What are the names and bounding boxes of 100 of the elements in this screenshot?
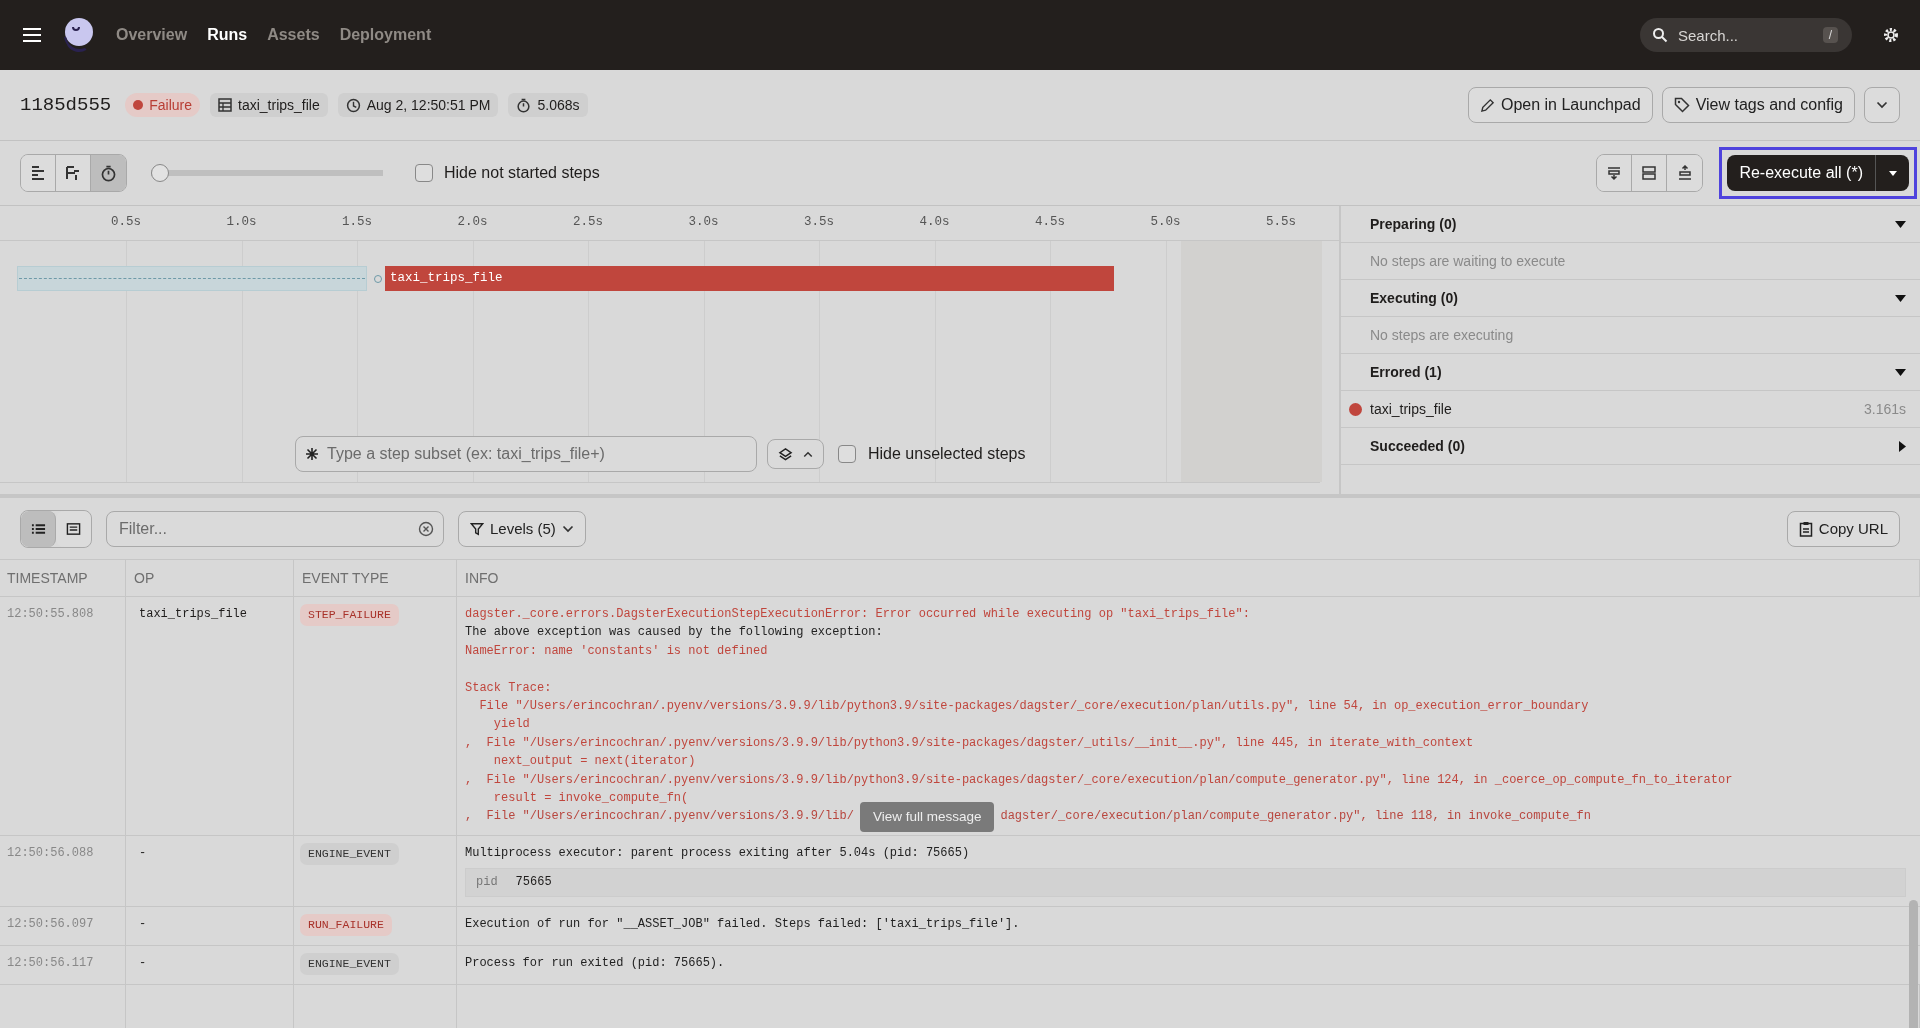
flat-list-icon — [30, 165, 46, 181]
section-title: Succeeded (0) — [1370, 438, 1465, 454]
error-message-line: result = invoke_compute_fn( — [492, 790, 690, 808]
column-header: TIMESTAMP — [0, 560, 126, 597]
checkbox[interactable] — [415, 164, 433, 182]
axis-tick-label: 1.0s — [226, 215, 257, 229]
more-button[interactable] — [1864, 87, 1900, 123]
nav-link[interactable]: Deployment — [339, 26, 432, 44]
clock-icon — [345, 97, 361, 113]
view-toggle-button[interactable] — [91, 155, 126, 191]
filter-icon — [470, 521, 484, 536]
step-name[interactable]: taxi_trips_file — [1370, 401, 1452, 417]
document-icon — [66, 521, 81, 536]
message-line: Execution of run for "__ASSET_JOB" failed. Steps failed: ['taxi_trips_file']. — [465, 915, 1021, 933]
section-title: Errored (1) — [1370, 364, 1442, 380]
metadata-value: 75665 — [515, 874, 552, 892]
chevron-up-icon — [803, 450, 813, 458]
error-message-line: , File "/Users/erincochran/.pyenv/versions/3.9.9/lib/python3.9/site-packages/dagster/_utils/__init__.py", line 445, in iterate_with_context — [465, 734, 1475, 752]
view-toggle-button[interactable] — [21, 510, 56, 547]
nav-link[interactable]: Runs — [207, 26, 248, 44]
axis-tick-label: 4.5s — [1035, 215, 1065, 229]
error-message-line: NameError: name 'constants' is not defined — [465, 642, 769, 660]
duration: 5.068s — [537, 97, 580, 113]
timer-icon — [516, 97, 532, 113]
message-line: Process for run exited (pid: 75665). — [465, 954, 726, 972]
list-icon — [30, 522, 46, 535]
axis-tick-label: 1.5s — [342, 215, 372, 229]
column-header: OP — [126, 560, 294, 597]
column-header: INFO — [457, 560, 1920, 597]
step-duration: 3.161s — [1863, 401, 1906, 417]
axis-tick-label: 3.5s — [804, 215, 834, 229]
tags-config-button[interactable]: View tags and config — [1661, 87, 1855, 123]
chevron-down-icon — [561, 524, 574, 533]
clear-icon[interactable] — [418, 520, 434, 537]
launchpad-button[interactable]: Open in Launchpad — [1467, 87, 1653, 123]
timer-icon — [100, 164, 117, 182]
axis-tick-label: 4.0s — [919, 215, 950, 229]
checkbox-label[interactable]: Hide not started steps — [444, 164, 600, 182]
timestamp-cell: 12:50:56.117 — [0, 945, 126, 985]
pencil-icon — [1479, 97, 1495, 113]
filter-field[interactable]: Filter... — [106, 510, 444, 547]
axis-tick-label: 3.0s — [688, 215, 719, 229]
job-name: taxi_trips_file — [238, 97, 320, 113]
axis-tick-label: 0.5s — [111, 215, 141, 229]
error-message-line: dagster._core.errors.DagsterExecutionStepExecutionError: Error occurred while executing op "taxi_trips_file": — [465, 606, 1251, 623]
op-cell: taxi_trips_file — [126, 597, 294, 836]
error-trace-line: , File "/Users/erincochran/.pyenv/versions/3.9.9/lib/ — [465, 808, 854, 826]
error-message-line: Stack Trace: — [465, 679, 553, 697]
menu-icon[interactable] — [22, 27, 42, 43]
message-line: Multiprocess executor: parent process exiting after 5.04s (pid: 75665) — [465, 844, 971, 862]
expand-icon — [1606, 165, 1623, 181]
event-type-tag: ENGINE_EVENT — [300, 842, 399, 865]
table-icon — [218, 98, 232, 112]
step-subset-field[interactable]: Type a step subset (ex: taxi_trips_file+) — [295, 436, 757, 472]
layers-icon — [778, 446, 793, 462]
message-line: The above exception was caused by the following exception: — [465, 624, 884, 642]
op-cell: - — [126, 906, 294, 946]
tree-list-icon — [65, 165, 81, 181]
chevron-down-icon — [1876, 101, 1888, 109]
metadata-key: pid — [476, 873, 498, 892]
timestamp-cell: 12:50:56.097 — [0, 906, 126, 946]
column-header: EVENT TYPE — [294, 560, 457, 597]
collapse-icon — [1676, 165, 1693, 181]
view-full-message-button[interactable]: View full message — [859, 801, 995, 832]
error-message-line: , File "/Users/erincochran/.pyenv/versions/3.9.9/lib/python3.9/site-packages/dagster/_core/execution/plan/compute_generator.py", line 124, in _coerce_op_compute_fn_to_iterator — [465, 771, 1734, 789]
error-message-line: next_output = next(iterator) — [492, 753, 697, 771]
view-toggle-button[interactable] — [21, 155, 56, 191]
caret-down-icon[interactable] — [1895, 220, 1906, 228]
layers-button[interactable] — [767, 439, 824, 469]
error-message-line: File "/Users/erincochran/.pyenv/versions/3.9.9/lib/python3.9/site-packages/dagster/_core/execution/plan/utils.py", line 54, in op_execution_error_boundary — [478, 698, 1590, 715]
caret-right-icon[interactable] — [1899, 440, 1906, 452]
axis-tick-label: 5.0s — [1150, 215, 1181, 229]
axis-tick-label: 2.0s — [457, 215, 488, 229]
axis-tick-label: 2.5s — [573, 215, 603, 229]
step-bar[interactable]: taxi_trips_file — [385, 266, 1114, 291]
checkbox[interactable] — [838, 445, 856, 463]
copy-url-button[interactable]: Copy URL — [1786, 510, 1900, 547]
event-type-tag: ENGINE_EVENT — [300, 952, 399, 975]
caret-down-icon[interactable] — [1895, 294, 1906, 302]
nav-link[interactable]: Overview — [116, 26, 188, 44]
empty-message: No steps are executing — [1341, 317, 1920, 354]
nav-link[interactable]: Assets — [267, 26, 320, 44]
search-icon — [1652, 27, 1668, 43]
split-rows-icon — [1641, 165, 1658, 181]
settings-icon[interactable] — [1882, 26, 1900, 44]
status-badge: Failure — [125, 93, 200, 117]
layout-button[interactable] — [1597, 155, 1633, 191]
clipboard-icon — [1798, 520, 1813, 537]
slider-thumb[interactable] — [151, 164, 169, 182]
checkbox-label[interactable]: Hide unselected steps — [868, 445, 1026, 463]
op-cell: - — [126, 945, 294, 985]
timestamp-cell: 12:50:55.808 — [0, 597, 126, 836]
empty-message: No steps are waiting to execute — [1341, 243, 1920, 280]
levels-button[interactable]: Levels (5) — [458, 510, 586, 547]
tag-icon — [1673, 97, 1690, 113]
caret-down-icon[interactable] — [1895, 368, 1906, 376]
axis-tick-label: 5.5s — [1266, 215, 1296, 229]
timestamp-cell: 12:50:56.088 — [0, 835, 126, 907]
op-cell: - — [126, 835, 294, 907]
run-id: 1185d555 — [20, 94, 112, 116]
